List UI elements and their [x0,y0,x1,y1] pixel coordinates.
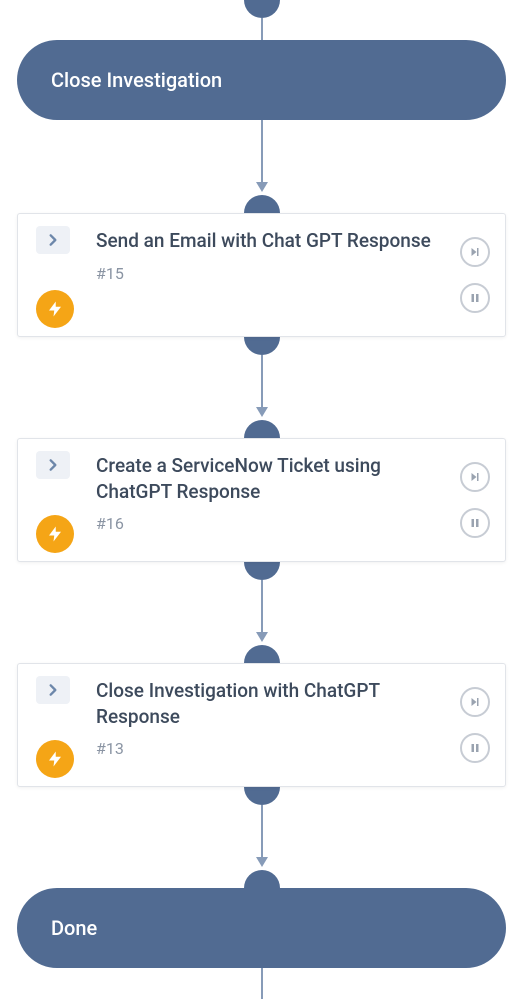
card-body: Create a ServiceNow Ticket using ChatGPT… [88,439,445,561]
lightning-icon [36,290,74,328]
card-actions [445,664,505,786]
step-id: #15 [96,264,437,283]
end-node-label: Done [51,916,97,940]
pause-button[interactable] [460,283,490,313]
arrowhead-icon [256,857,268,867]
start-node[interactable]: Close Investigation [17,40,506,120]
step-card[interactable]: Create a ServiceNow Ticket using ChatGPT… [17,438,506,562]
chevron-right-icon [36,226,70,254]
chevron-right-icon [36,676,70,704]
card-body: Send an Email with Chat GPT Response #15 [88,214,445,336]
end-node[interactable]: Done [17,888,506,968]
skip-button[interactable] [460,462,490,492]
connector-line [261,580,263,638]
step-id: #13 [96,739,437,758]
card-icons [18,214,88,336]
connector-cap-out-card [244,787,280,805]
arrowhead-icon [256,182,268,192]
connector-cap-into-card [244,195,280,213]
skip-button[interactable] [460,687,490,717]
arrowhead-icon [256,632,268,642]
start-node-label: Close Investigation [51,68,222,92]
workflow-canvas: Close Investigation Send an Email with C… [0,0,523,999]
connector-cap-into-card [244,420,280,438]
arrowhead-icon [256,407,268,417]
pause-button[interactable] [460,733,490,763]
skip-button[interactable] [460,237,490,267]
step-title: Create a ServiceNow Ticket using ChatGPT… [96,453,437,504]
lightning-icon [36,515,74,553]
step-title: Send an Email with Chat GPT Response [96,228,437,254]
card-icons [18,439,88,561]
connector-line [261,18,263,40]
connector-cap-into-end [244,870,280,888]
connector-line [261,120,263,188]
card-icons [18,664,88,786]
card-actions [445,439,505,561]
connector-line [261,805,263,865]
lightning-icon [36,740,74,778]
connector-cap-out-card [244,562,280,580]
card-actions [445,214,505,336]
pause-button[interactable] [460,508,490,538]
connector-cap-into-card [244,645,280,663]
step-title: Close Investigation with ChatGPT Respons… [96,678,437,729]
step-id: #16 [96,514,437,533]
connector-cap-out-card [244,337,280,355]
connector-cap-entry [244,0,280,18]
connector-line [261,355,263,413]
chevron-right-icon [36,451,70,479]
card-body: Close Investigation with ChatGPT Respons… [88,664,445,786]
connector-line [261,968,263,999]
step-card[interactable]: Send an Email with Chat GPT Response #15 [17,213,506,337]
step-card[interactable]: Close Investigation with ChatGPT Respons… [17,663,506,787]
